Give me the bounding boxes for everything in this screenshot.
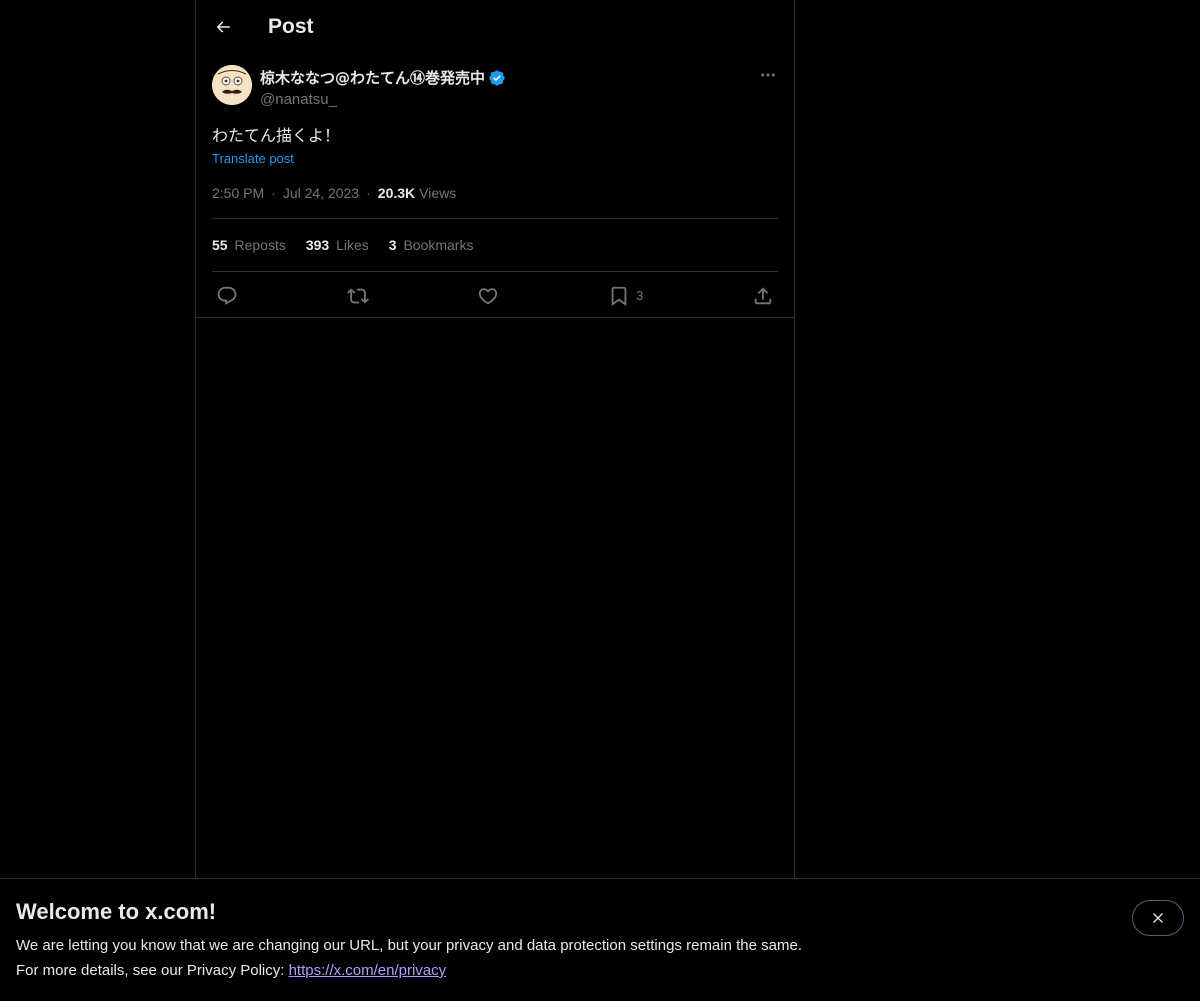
likes-label: Likes — [336, 237, 369, 253]
banner-details-text: For more details, see our Privacy Policy… — [16, 962, 289, 979]
bookmarks-label: Bookmarks — [403, 237, 474, 253]
reposts-label: Reposts — [234, 237, 286, 253]
post-detail: 椋木ななつ@わたてん⑭巻発売中 @nanatsu_ わたてん描くよ！ Trans… — [196, 53, 794, 319]
banner-close-button[interactable] — [1132, 900, 1184, 936]
post-meta: 2:50 PM · Jul 24, 2023 · 20.3K Views — [212, 185, 778, 219]
more-horizontal-icon — [761, 73, 775, 77]
heart-icon — [479, 287, 498, 304]
meta-separator: · — [271, 185, 276, 201]
close-icon — [1153, 913, 1163, 923]
meta-separator: · — [366, 185, 371, 201]
banner-message: We are letting you know that we are chan… — [16, 937, 802, 954]
arrow-left-icon — [216, 20, 230, 33]
back-button[interactable] — [212, 16, 234, 38]
post-time[interactable]: 2:50 PM — [212, 185, 264, 201]
views-count: 20.3K — [377, 185, 416, 201]
bookmark-action-count: 3 — [636, 288, 644, 303]
post-actions: 3 — [212, 272, 778, 319]
bookmarks-count: 3 — [388, 237, 397, 253]
reposts-stat[interactable]: 55 Reposts — [212, 237, 286, 253]
author-handle[interactable]: @nanatsu_ — [260, 91, 506, 108]
avatar-image — [212, 65, 252, 105]
share-button[interactable] — [752, 285, 774, 307]
likes-count: 393 — [305, 237, 330, 253]
like-button[interactable] — [477, 285, 499, 307]
reposts-count: 55 — [212, 237, 228, 253]
bookmark-button[interactable]: 3 — [608, 285, 643, 307]
avatar[interactable] — [212, 65, 252, 105]
bookmark-icon — [611, 286, 627, 306]
reply-icon — [217, 286, 237, 305]
views-label: Views — [419, 185, 457, 201]
share-icon — [754, 286, 772, 304]
repost-icon — [346, 288, 369, 303]
privacy-policy-link[interactable]: https://x.com/en/privacy — [289, 962, 447, 979]
verified-badge-icon[interactable] — [488, 69, 506, 87]
more-options-overlay[interactable] — [756, 65, 780, 85]
primary-column: Post 椋木ななつ@わたてん⑭巻発売中 @nanatsu_ わたてん描くよ！ … — [195, 0, 795, 878]
display-name-row: 椋木ななつ@わたてん⑭巻発売中 — [260, 67, 506, 88]
bookmarks-stat[interactable]: 3 Bookmarks — [389, 237, 474, 253]
banner-title: Welcome to x.com! — [16, 899, 217, 924]
page-header: Post — [196, 0, 794, 53]
translate-post-link[interactable]: Translate post — [212, 151, 294, 166]
author-row: 椋木ななつ@わたてん⑭巻発売中 @nanatsu_ — [212, 65, 778, 108]
likes-stat[interactable]: 393 Likes — [306, 237, 369, 253]
page-title: Post — [268, 14, 314, 38]
repost-button[interactable] — [346, 285, 369, 307]
post-bottom-divider — [196, 317, 794, 318]
banner-details: For more details, see our Privacy Policy… — [16, 962, 446, 979]
url-change-banner: Welcome to x.com! We are letting you kno… — [0, 878, 1200, 1001]
post-stats: 55 Reposts 393 Likes 3 Bookmarks — [212, 219, 778, 272]
reply-button[interactable] — [216, 285, 238, 307]
author-display-name[interactable]: 椋木ななつ@わたてん⑭巻発売中 — [260, 67, 485, 88]
post-date[interactable]: Jul 24, 2023 — [283, 185, 359, 201]
author-info: 椋木ななつ@わたてん⑭巻発売中 @nanatsu_ — [260, 65, 506, 108]
post-text: わたてん描くよ！ — [212, 126, 341, 145]
